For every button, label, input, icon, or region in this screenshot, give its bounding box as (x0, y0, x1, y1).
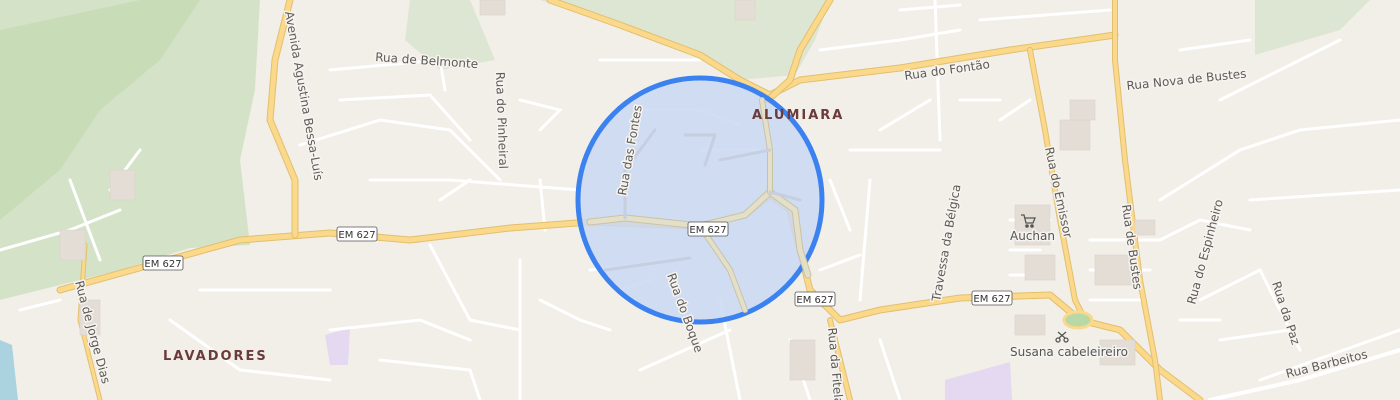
road-shield-4: EM 627 (794, 291, 836, 307)
institution-area-1 (325, 328, 350, 365)
road-shield-4-text: EM 627 (796, 295, 833, 306)
road-shield-5-text: EM 627 (973, 294, 1010, 305)
poi-susana[interactable]: Susana cabeleireiro (1009, 331, 1130, 361)
area-label-alumiara: ALUMIARA (752, 108, 844, 123)
street-label-rua-da-fitela: Rua da Fitela (825, 327, 846, 400)
street-label-rua-nova-de-bustes: Rua Nova de Bustes (1126, 66, 1247, 93)
street-label-rua-da-paz: Rua da Paz (1269, 280, 1303, 347)
map-svg: ALUMIARA LAVADORES Rua de Belmonte Aveni… (0, 0, 1400, 400)
road-shield-1-text: EM 627 (338, 230, 375, 241)
area-label-lavadores: LAVADORES (163, 349, 268, 364)
street-label-travessa-da-belgica: Travessa da Bélgica (929, 183, 964, 303)
road-shield-2-text: EM 627 (144, 259, 181, 270)
institution-area-2 (945, 362, 1012, 400)
road-shield-3: EM 627 (687, 221, 729, 237)
hairdresser-icon (1055, 331, 1069, 343)
park-area-northeast (1255, 0, 1370, 55)
street-label-rua-do-pinheiral: Rua do Pinheiral (493, 72, 510, 170)
poi-label-auchan: Auchan (1010, 229, 1055, 243)
road-shield-3-text: EM 627 (689, 225, 726, 236)
poi-label-susana: Susana cabeleireiro (1010, 345, 1128, 359)
road-shield-2: EM 627 (142, 255, 184, 271)
map-canvas[interactable]: ALUMIARA LAVADORES Rua de Belmonte Aveni… (0, 0, 1400, 400)
water-area (0, 340, 18, 400)
road-shield-5: EM 627 (971, 290, 1013, 306)
road-shield-1: EM 627 (336, 226, 378, 242)
